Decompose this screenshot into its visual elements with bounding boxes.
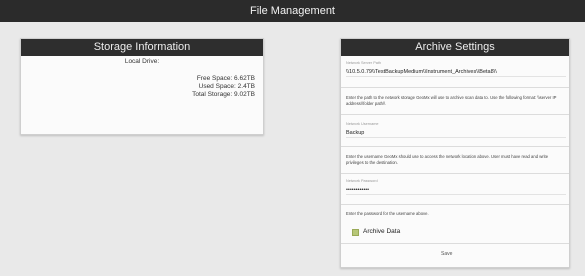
network-path-input[interactable]: \\10.5.0.79\\TestBackupMedium\\Instrumen… [346, 67, 566, 77]
divider [341, 204, 569, 205]
used-space: Used Space: 2.4TB [198, 83, 255, 90]
storage-stats: Free Space: 6.62TB Used Space: 2.4TB Tot… [192, 75, 255, 99]
network-username-label: Network Username [346, 122, 379, 126]
window-title: File Management [0, 0, 585, 22]
save-button[interactable]: Save [441, 251, 452, 257]
archive-data-checkbox[interactable] [352, 229, 359, 236]
free-space: Free Space: 6.62TB [196, 75, 255, 82]
local-drive-label: Local Drive: [124, 58, 160, 65]
divider [341, 173, 569, 174]
total-storage: Total Storage: 9.02TB [192, 91, 255, 98]
archive-panel-header: Archive Settings [341, 39, 569, 56]
archive-data-label: Archive Data [363, 228, 401, 235]
network-password-help: Enter the password for the username abov… [346, 211, 429, 216]
divider [341, 243, 569, 244]
network-path-help: Enter the path to the network storage Ge… [346, 95, 557, 106]
network-path-label: Network Server Path [346, 61, 382, 65]
network-password-label: Network Password [346, 179, 378, 183]
storage-information-panel: Storage Information Local Drive: Free Sp… [20, 38, 264, 135]
divider [341, 146, 569, 147]
archive-settings-panel: Archive Settings Network Server Path \\1… [340, 38, 570, 268]
network-username-help: Enter the username GeoMx should use to a… [346, 154, 549, 165]
storage-panel-header: Storage Information [21, 39, 263, 56]
divider [341, 87, 569, 88]
divider [341, 114, 569, 115]
network-username-input[interactable]: Backup [346, 128, 566, 138]
network-password-input[interactable]: •••••••••••• [346, 185, 566, 195]
